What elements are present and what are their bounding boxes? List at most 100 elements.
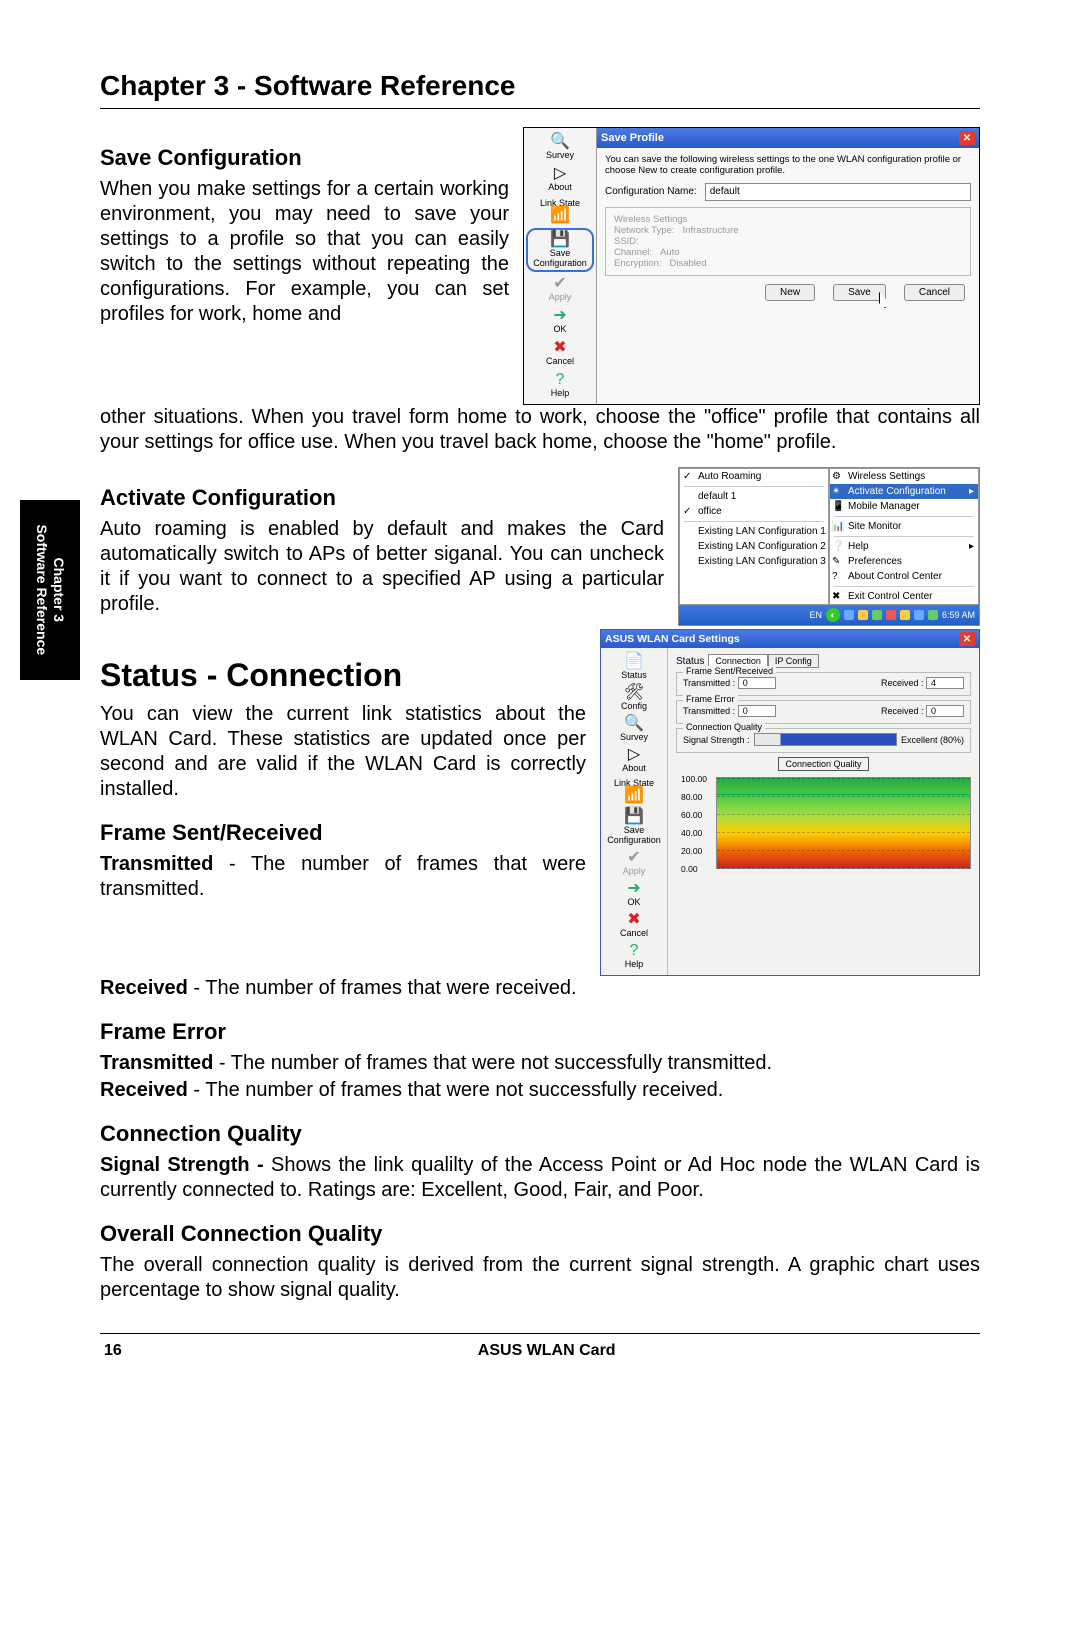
save-icon: 💾 (550, 232, 570, 248)
right-main-menu: ⚙Wireless Settings ✴Activate Configurati… (829, 468, 979, 605)
taskbar: EN ◐ 6:59 AM (679, 605, 979, 625)
survey-button[interactable]: 🔍Survey (544, 132, 576, 162)
status-icon: 📄 (624, 654, 644, 670)
config-button[interactable]: 🛠Config (619, 683, 649, 713)
paragraph: Transmitted - The number of frames that … (100, 852, 586, 902)
help-button[interactable]: ?Help (623, 941, 646, 971)
heading-save-configuration: Save Configuration (100, 145, 509, 171)
page-footer: 16 ASUS WLAN Card . (100, 1342, 980, 1360)
chevron-right-icon: ▸ (969, 541, 974, 552)
tray-icon[interactable] (914, 610, 924, 620)
menu-item-site-monitor[interactable]: 📊Site Monitor (830, 519, 978, 534)
paragraph: When you make settings for a certain wor… (100, 177, 509, 327)
save-configuration-button[interactable]: 💾Save Configuration (526, 228, 594, 272)
sidebar-icon-column: 🔍Survey ▷About Link State📶 💾Save Configu… (524, 128, 597, 404)
help-button[interactable]: ?Help (549, 370, 572, 400)
cancel-icon: ✖ (553, 340, 566, 356)
config-name-label: Configuration Name: (605, 186, 697, 197)
tray-icon[interactable] (886, 610, 896, 620)
mobile-icon: 📱 (832, 501, 844, 512)
left-submenu: ✓Auto Roaming default 1 ✓office Existing… (679, 468, 829, 605)
config-icon: 🛠 (624, 685, 644, 701)
apply-icon: ✔ (627, 850, 640, 866)
help-icon: ? (630, 943, 639, 959)
new-button[interactable]: New (765, 284, 815, 301)
chart-series-line (717, 794, 970, 795)
sidebar-icon-column: 📄Status 🛠Config 🔍Survey ▷About Link Stat… (601, 648, 668, 975)
ok-icon: ➜ (553, 308, 566, 324)
prefs-icon: ✎ (832, 556, 840, 567)
menu-item-office[interactable]: ✓office (680, 504, 828, 519)
menu-item-lan2[interactable]: Existing LAN Configuration 2 (680, 539, 828, 554)
err-transmitted-value: 0 (738, 705, 776, 717)
group-frame-error: Frame Error Transmitted : 0 Received : 0 (676, 700, 971, 724)
menu-item-mobile-manager[interactable]: 📱Mobile Manager (830, 499, 978, 514)
survey-button[interactable]: 🔍Survey (618, 714, 650, 744)
divider (100, 108, 980, 109)
menu-item-exit[interactable]: ✖Exit Control Center (830, 589, 978, 604)
cancel-button[interactable]: ✖Cancel (618, 910, 650, 940)
received-value: 4 (926, 677, 964, 689)
survey-icon: 🔍 (550, 134, 570, 150)
menu-item-lan1[interactable]: Existing LAN Configuration 1 (680, 524, 828, 539)
divider (100, 1333, 980, 1334)
menu-item-auto-roaming[interactable]: ✓Auto Roaming (680, 469, 828, 484)
about-icon: ▷ (554, 166, 566, 182)
status-button[interactable]: 📄Status (619, 652, 649, 682)
chart-title: Connection Quality (778, 757, 868, 771)
ok-button[interactable]: ➜OK (625, 879, 642, 909)
signal-strength-bar (754, 733, 897, 746)
menu-item-help[interactable]: ❔Help▸ (830, 539, 978, 554)
err-received-value: 0 (926, 705, 964, 717)
about-button[interactable]: ▷About (620, 745, 648, 775)
info-icon: ? (832, 571, 838, 582)
close-button[interactable]: ✕ (959, 131, 975, 145)
heading-status-connection: Status - Connection (100, 657, 586, 694)
cancel-button[interactable]: ✖Cancel (544, 338, 576, 368)
menu-item-lan3[interactable]: Existing LAN Configuration 3 (680, 554, 828, 569)
link-state-icon: 📶 (624, 788, 644, 804)
survey-icon: 🔍 (624, 716, 644, 732)
start-button-icon[interactable]: ◐ (826, 608, 840, 622)
cancel-button[interactable]: Cancel (904, 284, 965, 301)
paragraph: Signal Strength - Shows the link qualilt… (100, 1153, 980, 1203)
paragraph: You can view the current link statistics… (100, 702, 586, 802)
figure-save-profile-dialog: 🔍Survey ▷About Link State📶 💾Save Configu… (523, 127, 980, 405)
transmitted-value: 0 (738, 677, 776, 689)
heading-frame-sent-received: Frame Sent/Received (100, 820, 586, 846)
save-icon: 💾 (624, 809, 644, 825)
connection-quality-chart: 100.00 80.00 60.00 40.00 20.00 0.00 (716, 777, 971, 869)
paragraph: The overall connection quality is derive… (100, 1253, 980, 1303)
heading-connection-quality: Connection Quality (100, 1121, 980, 1147)
tray-icon[interactable] (844, 610, 854, 620)
apply-button[interactable]: ✔Apply (621, 848, 648, 878)
tray-icon[interactable] (872, 610, 882, 620)
tray-icon[interactable] (900, 610, 910, 620)
menu-item-about[interactable]: ?About Control Center (830, 569, 978, 584)
heading-activate-configuration: Activate Configuration (100, 485, 664, 511)
language-indicator[interactable]: EN (809, 610, 822, 620)
save-configuration-button[interactable]: 💾Save Configuration (603, 807, 665, 847)
chevron-right-icon: ▸ (969, 486, 974, 497)
clock: 6:59 AM (942, 610, 975, 620)
gear-icon: ⚙ (832, 471, 841, 482)
menu-item-activate-configuration[interactable]: ✴Activate Configuration▸ (830, 484, 978, 499)
apply-icon: ✔ (553, 276, 566, 292)
ok-button[interactable]: ➜OK (551, 306, 568, 336)
close-button[interactable]: ✕ (959, 632, 975, 646)
cancel-icon: ✖ (627, 912, 640, 928)
config-name-input[interactable] (705, 183, 971, 201)
about-button[interactable]: ▷About (546, 164, 574, 194)
menu-item-preferences[interactable]: ✎Preferences (830, 554, 978, 569)
help-icon: ? (556, 372, 565, 388)
tray-icon[interactable] (858, 610, 868, 620)
monitor-icon: 📊 (832, 521, 844, 532)
tray-icon[interactable] (928, 610, 938, 620)
ok-icon: ➜ (627, 881, 640, 897)
menu-item-wireless-settings[interactable]: ⚙Wireless Settings (830, 469, 978, 484)
save-button[interactable]: Save (833, 284, 886, 301)
signal-strength-value: Excellent (80%) (901, 735, 964, 745)
paragraph: Received - The number of frames that wer… (100, 976, 980, 1001)
menu-item-default1[interactable]: default 1 (680, 489, 828, 504)
apply-button[interactable]: ✔Apply (547, 274, 574, 304)
